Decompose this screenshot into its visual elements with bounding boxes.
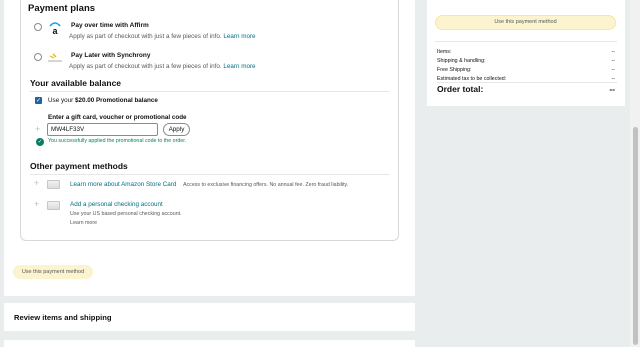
svg-text:a: a (52, 26, 58, 35)
checking-account-icon (47, 201, 60, 210)
summary-use-payment-method-button[interactable]: Use this payment method (435, 15, 616, 30)
success-check-icon: ✓ (36, 138, 44, 146)
store-card-icon (47, 180, 60, 189)
plan-affirm-learn-more-link[interactable]: Learn more (223, 33, 255, 40)
summary-total-divider (437, 82, 617, 83)
plan-affirm-radio[interactable] (34, 23, 42, 31)
scrollbar-thumb[interactable] (633, 127, 638, 345)
add-checking-account-link[interactable]: Add a personal checking account (70, 201, 163, 208)
plan-synchrony-title: Pay Later with Synchrony (71, 52, 151, 59)
promo-success-message: You successfully applied the promotional… (48, 138, 187, 144)
apply-button[interactable]: Apply (163, 123, 190, 136)
promo-code-input[interactable]: MW4LF33V (47, 123, 158, 136)
order-total-label: Order total: (437, 84, 484, 94)
plus-icon: + (35, 124, 41, 134)
balance-divider (30, 91, 390, 92)
next-section-card (4, 340, 415, 347)
plus-icon: + (34, 199, 40, 209)
review-items-heading[interactable]: Review items and shipping (14, 313, 111, 322)
order-total: Order total: -- (437, 84, 617, 94)
store-card-desc: Access to exclusive financing offers. No… (183, 182, 349, 188)
plan-affirm-title: Pay over time with Affirm (71, 22, 149, 29)
affirm-logo-icon: a (46, 21, 64, 35)
summary-divider (435, 41, 617, 42)
other-payment-methods-heading: Other payment methods (30, 161, 128, 171)
use-payment-method-button[interactable]: Use this payment method (13, 265, 93, 279)
other-methods-divider (30, 174, 390, 175)
store-card-link[interactable]: Learn more about Amazon Store Card (70, 181, 176, 188)
gift-card-label: Enter a gift card, voucher or promotiona… (48, 114, 187, 121)
order-total-value: -- (609, 84, 615, 94)
plan-synchrony-learn-more-link[interactable]: Learn more (223, 63, 255, 70)
plan-synchrony-radio[interactable] (34, 53, 42, 61)
plan-synchrony-desc: Apply as part of checkout with just a fe… (69, 63, 256, 70)
synchrony-logo-icon (46, 51, 64, 65)
available-balance-heading: Your available balance (30, 78, 122, 88)
plan-affirm-desc: Apply as part of checkout with just a fe… (69, 33, 256, 40)
checking-learn-more-link[interactable]: Learn more (70, 220, 97, 226)
promo-balance-checkbox[interactable]: ✓ (35, 97, 42, 104)
checking-account-desc: Use your US based personal checking acco… (70, 211, 182, 217)
promo-balance-label: Use your $20.00 Promotional balance (48, 97, 158, 104)
payment-plans-heading: Payment plans (28, 3, 96, 14)
plus-icon: + (34, 178, 40, 188)
